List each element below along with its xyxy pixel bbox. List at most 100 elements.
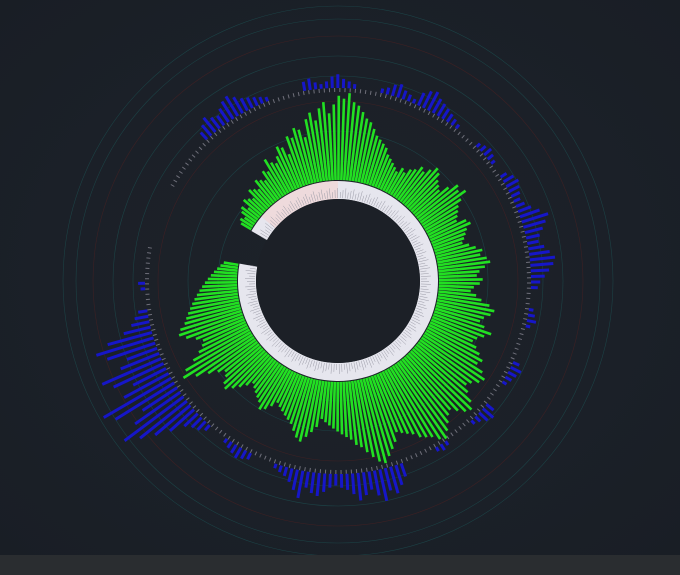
track-tick [152,333,157,336]
outer-bar [530,268,550,273]
outer-bar [245,97,254,109]
outer-bar [216,115,226,127]
outer-bar [485,403,495,412]
track-tick [189,401,193,405]
track-tick [523,318,528,320]
track-tick [466,419,470,423]
outer-bar [380,88,385,94]
track-tick [469,415,474,420]
track-tick [369,90,372,95]
track-tick [148,318,154,321]
track-tick [308,90,310,95]
track-tick [498,178,502,182]
track-tick [419,451,423,456]
track-tick [462,422,466,427]
outer-bar [507,370,517,378]
track-tick [202,142,206,147]
track-tick [501,375,506,379]
track-tick [223,432,227,437]
track-tick [445,122,449,126]
track-tick [472,145,477,150]
outer-bar [483,147,493,157]
track-tick [222,125,226,130]
inner-bar [339,381,344,435]
outer-bar [509,365,522,374]
outer-bar [525,233,540,240]
track-tick [522,240,528,243]
track-tick [524,307,530,310]
track-tick [440,119,444,124]
track-tick [514,347,519,350]
track-tick [147,252,152,254]
track-tick [173,380,178,384]
track-tick [418,106,422,111]
track-tick [399,98,402,103]
track-tick [454,429,458,434]
outer-bar [131,320,150,328]
inner-bar [438,281,480,285]
inner-bar [210,273,238,278]
track-tick [480,404,485,408]
track-tick [157,348,162,351]
track-tick [182,393,187,397]
track-tick [489,165,494,169]
track-tick [304,467,306,472]
outer-bar [313,82,318,90]
track-tick [196,409,200,413]
track-tick [410,455,413,460]
track-tick [170,184,175,187]
track-tick [433,443,437,448]
outer-bar [490,159,496,165]
track-tick [381,464,383,469]
track-tick [432,113,436,118]
track-tick [207,419,211,424]
outer-bar [486,153,495,161]
track-tick [302,91,305,96]
outer-bar [309,472,316,494]
outer-bar [107,330,153,347]
track-tick [413,104,417,109]
outer-bar [282,466,289,477]
track-tick [283,462,286,467]
outer-bar [517,205,532,214]
bottom-bar [0,555,680,575]
track-tick [486,396,491,400]
track-tick [272,99,275,104]
track-tick [264,455,267,460]
track-tick [391,462,394,467]
track-tick [521,235,526,238]
track-tick [500,182,505,186]
track-tick [240,444,244,449]
track-tick [376,465,378,471]
outer-bar [528,308,534,312]
track-tick [214,132,218,137]
track-tick [441,438,445,443]
outer-bar [528,250,550,256]
track-tick [155,343,161,346]
track-tick [150,323,155,326]
inner-bar [220,264,239,270]
outer-bar [508,184,520,193]
outer-bar [356,472,363,501]
track-tick [492,169,497,173]
outer-bar [273,463,278,469]
track-tick [371,466,373,472]
outer-bar [277,465,283,473]
track-tick [468,141,473,146]
outer-bar [450,118,457,126]
track-tick [400,458,404,464]
outer-bar [445,113,454,123]
track-tick [458,426,462,430]
track-tick [262,102,266,107]
track-tick [231,438,235,443]
outer-bar [246,452,252,460]
track-tick [227,435,231,440]
track-tick [253,107,257,112]
track-tick [428,446,432,451]
outer-bar [478,411,489,422]
track-tick [490,392,494,396]
outer-bar [512,360,520,367]
inner-disc [256,199,420,363]
track-tick [516,342,521,346]
track-tick [394,96,397,102]
